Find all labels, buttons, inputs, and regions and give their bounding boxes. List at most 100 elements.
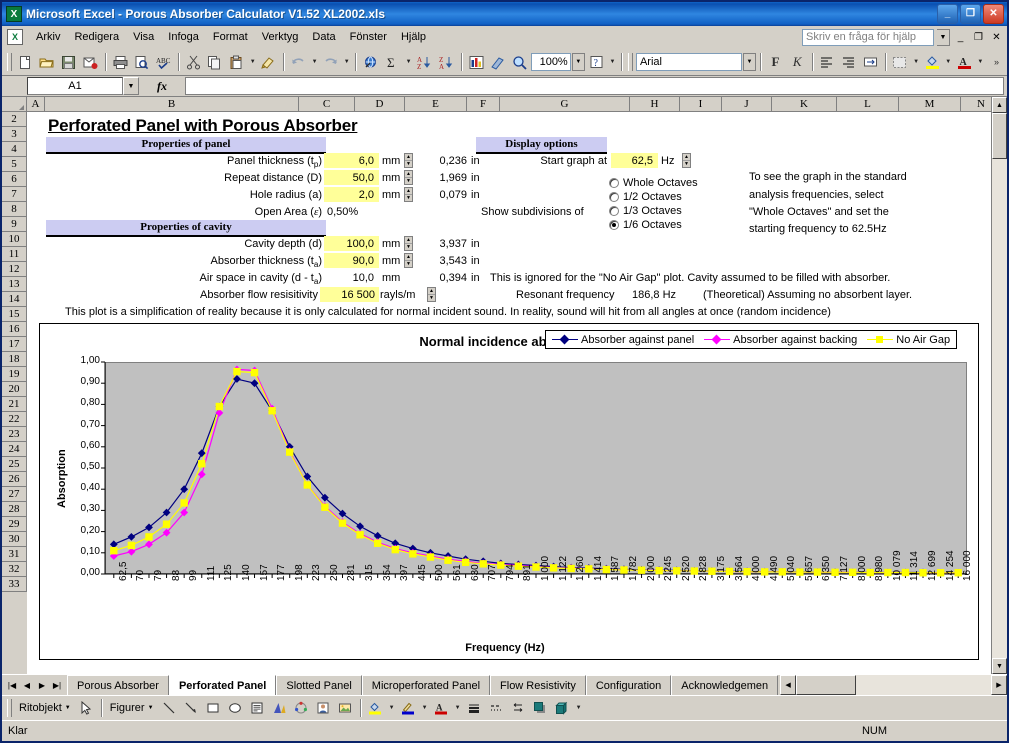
panel-thickness-value[interactable]: 6,0 [324,154,374,168]
more-buttons-icon[interactable]: » [986,51,1007,73]
picture-icon[interactable] [335,698,356,718]
fill-color-dropdown-icon[interactable]: ▼ [387,697,397,719]
zoom-control-icon[interactable] [509,51,530,73]
help-icon[interactable]: ? [586,51,607,73]
line-color-dropdown-icon[interactable]: ▼ [420,697,430,719]
name-box[interactable]: A1 [27,77,123,95]
column-header-M[interactable]: M [899,97,961,112]
radio-sixth-octaves[interactable]: 1/6 Octaves [609,219,682,231]
flow-resistivity-spinner[interactable]: ▲▼ [427,287,436,302]
cut-icon[interactable] [183,51,204,73]
autosum-dropdown-icon[interactable]: ▼ [404,51,413,73]
fill-color-icon[interactable] [365,698,386,718]
shadow-style-icon[interactable] [530,698,551,718]
sort-descending-icon[interactable]: ZA [436,51,457,73]
print-icon[interactable] [110,51,131,73]
redo-dropdown-icon[interactable]: ▼ [342,51,351,73]
menu-fonster[interactable]: Fönster [343,29,394,45]
row-header-29[interactable]: 29 [2,517,27,532]
3d-style-icon[interactable] [552,698,573,718]
copy-icon[interactable] [205,51,226,73]
fill-color-dropdown-icon[interactable]: ▼ [944,51,953,73]
font-color-dropdown-icon[interactable]: ▼ [453,697,463,719]
menu-redigera[interactable]: Redigera [67,29,126,45]
radio-half-octaves-button[interactable] [609,192,619,202]
undo-dropdown-icon[interactable]: ▼ [310,51,319,73]
print-preview-icon[interactable] [131,51,152,73]
hyperlink-icon[interactable] [360,51,381,73]
sheet-canvas[interactable]: Perforated Panel with Porous Absorber Pr… [27,112,1007,674]
column-header-G[interactable]: G [500,97,630,112]
radio-whole-octaves-button[interactable] [609,178,619,188]
font-name-input[interactable]: Arial [636,53,742,71]
chart-wizard-icon[interactable] [466,51,487,73]
row-header-13[interactable]: 13 [2,277,27,292]
row-header-19[interactable]: 19 [2,367,27,382]
row-header-18[interactable]: 18 [2,352,27,367]
radio-half-octaves[interactable]: 1/2 Octaves [609,191,682,203]
redo-icon[interactable] [320,51,341,73]
row-header-17[interactable]: 17 [2,337,27,352]
textbox-icon[interactable] [247,698,268,718]
font-color-dropdown-icon[interactable]: ▼ [976,51,985,73]
column-header-L[interactable]: L [837,97,899,112]
dash-style-icon[interactable] [486,698,507,718]
radio-third-octaves-button[interactable] [609,206,619,216]
vertical-scrollbar[interactable]: ▲ ▼ [991,112,1007,674]
panel-thickness-spinner[interactable]: ▲▼ [404,153,413,168]
fill-color-icon[interactable] [922,51,943,73]
row-header-30[interactable]: 30 [2,532,27,547]
borders-dropdown-icon[interactable]: ▼ [911,51,920,73]
row-header-11[interactable]: 11 [2,247,27,262]
menu-visa[interactable]: Visa [126,29,161,45]
menu-verktyg[interactable]: Verktyg [255,29,306,45]
rectangle-icon[interactable] [203,698,224,718]
font-dropdown-icon[interactable]: ▼ [743,53,756,71]
horizontal-scroll-thumb[interactable] [796,675,856,695]
paste-icon[interactable] [226,51,247,73]
vertical-scroll-track[interactable] [992,159,1007,658]
column-header-C[interactable]: C [299,97,355,112]
close-button[interactable]: ✕ [983,4,1004,24]
start-graph-spinner[interactable]: ▲▼ [682,153,691,168]
save-icon[interactable] [58,51,79,73]
align-right-icon[interactable] [838,51,859,73]
spelling-icon[interactable]: ABC [153,51,174,73]
row-header-24[interactable]: 24 [2,442,27,457]
column-header-A[interactable]: A [27,97,45,112]
row-header-3[interactable]: 3 [2,127,27,142]
3d-dropdown-icon[interactable]: ▼ [574,697,584,719]
sort-ascending-icon[interactable]: AZ [414,51,435,73]
column-header-B[interactable]: B [45,97,299,112]
repeat-distance-spinner[interactable]: ▲▼ [404,170,413,185]
tab-nav-prev[interactable]: ◀ [20,677,34,693]
email-icon[interactable] [80,51,101,73]
flow-resistivity-value[interactable]: 16 500 [320,288,375,302]
line-style-icon[interactable] [464,698,485,718]
menu-hjalp[interactable]: Hjälp [394,29,433,45]
ask-a-question-input[interactable]: Skriv en fråga för hjälp [802,29,934,46]
row-header-9[interactable]: 9 [2,217,27,232]
restore-button[interactable]: ❐ [960,4,981,24]
start-graph-value[interactable]: 62,5 [611,154,653,168]
wordart-icon[interactable] [269,698,290,718]
insert-function-icon[interactable]: fx [139,79,185,94]
autoshapes-menu[interactable]: Figurer ▼ [106,702,158,714]
oval-icon[interactable] [225,698,246,718]
open-icon[interactable] [37,51,58,73]
sheet-tab-perforated-panel[interactable]: Perforated Panel [169,675,276,695]
ask-dropdown-icon[interactable]: ▼ [937,29,950,46]
clipart-icon[interactable] [313,698,334,718]
row-header-15[interactable]: 15 [2,307,27,322]
select-all-corner[interactable] [2,97,27,112]
toolbar-grip[interactable] [7,53,12,71]
row-header-26[interactable]: 26 [2,472,27,487]
align-left-icon[interactable] [816,51,837,73]
sheet-tab-acknowledgemen[interactable]: Acknowledgemen [671,675,778,695]
sheet-tab-porous-absorber[interactable]: Porous Absorber [67,675,169,695]
menu-infoga[interactable]: Infoga [161,29,206,45]
row-header-6[interactable]: 6 [2,172,27,187]
draw-menu[interactable]: Ritobjekt ▼ [15,702,75,714]
absorber-thickness-value[interactable]: 90,0 [324,254,374,268]
paste-dropdown-icon[interactable]: ▼ [248,51,257,73]
